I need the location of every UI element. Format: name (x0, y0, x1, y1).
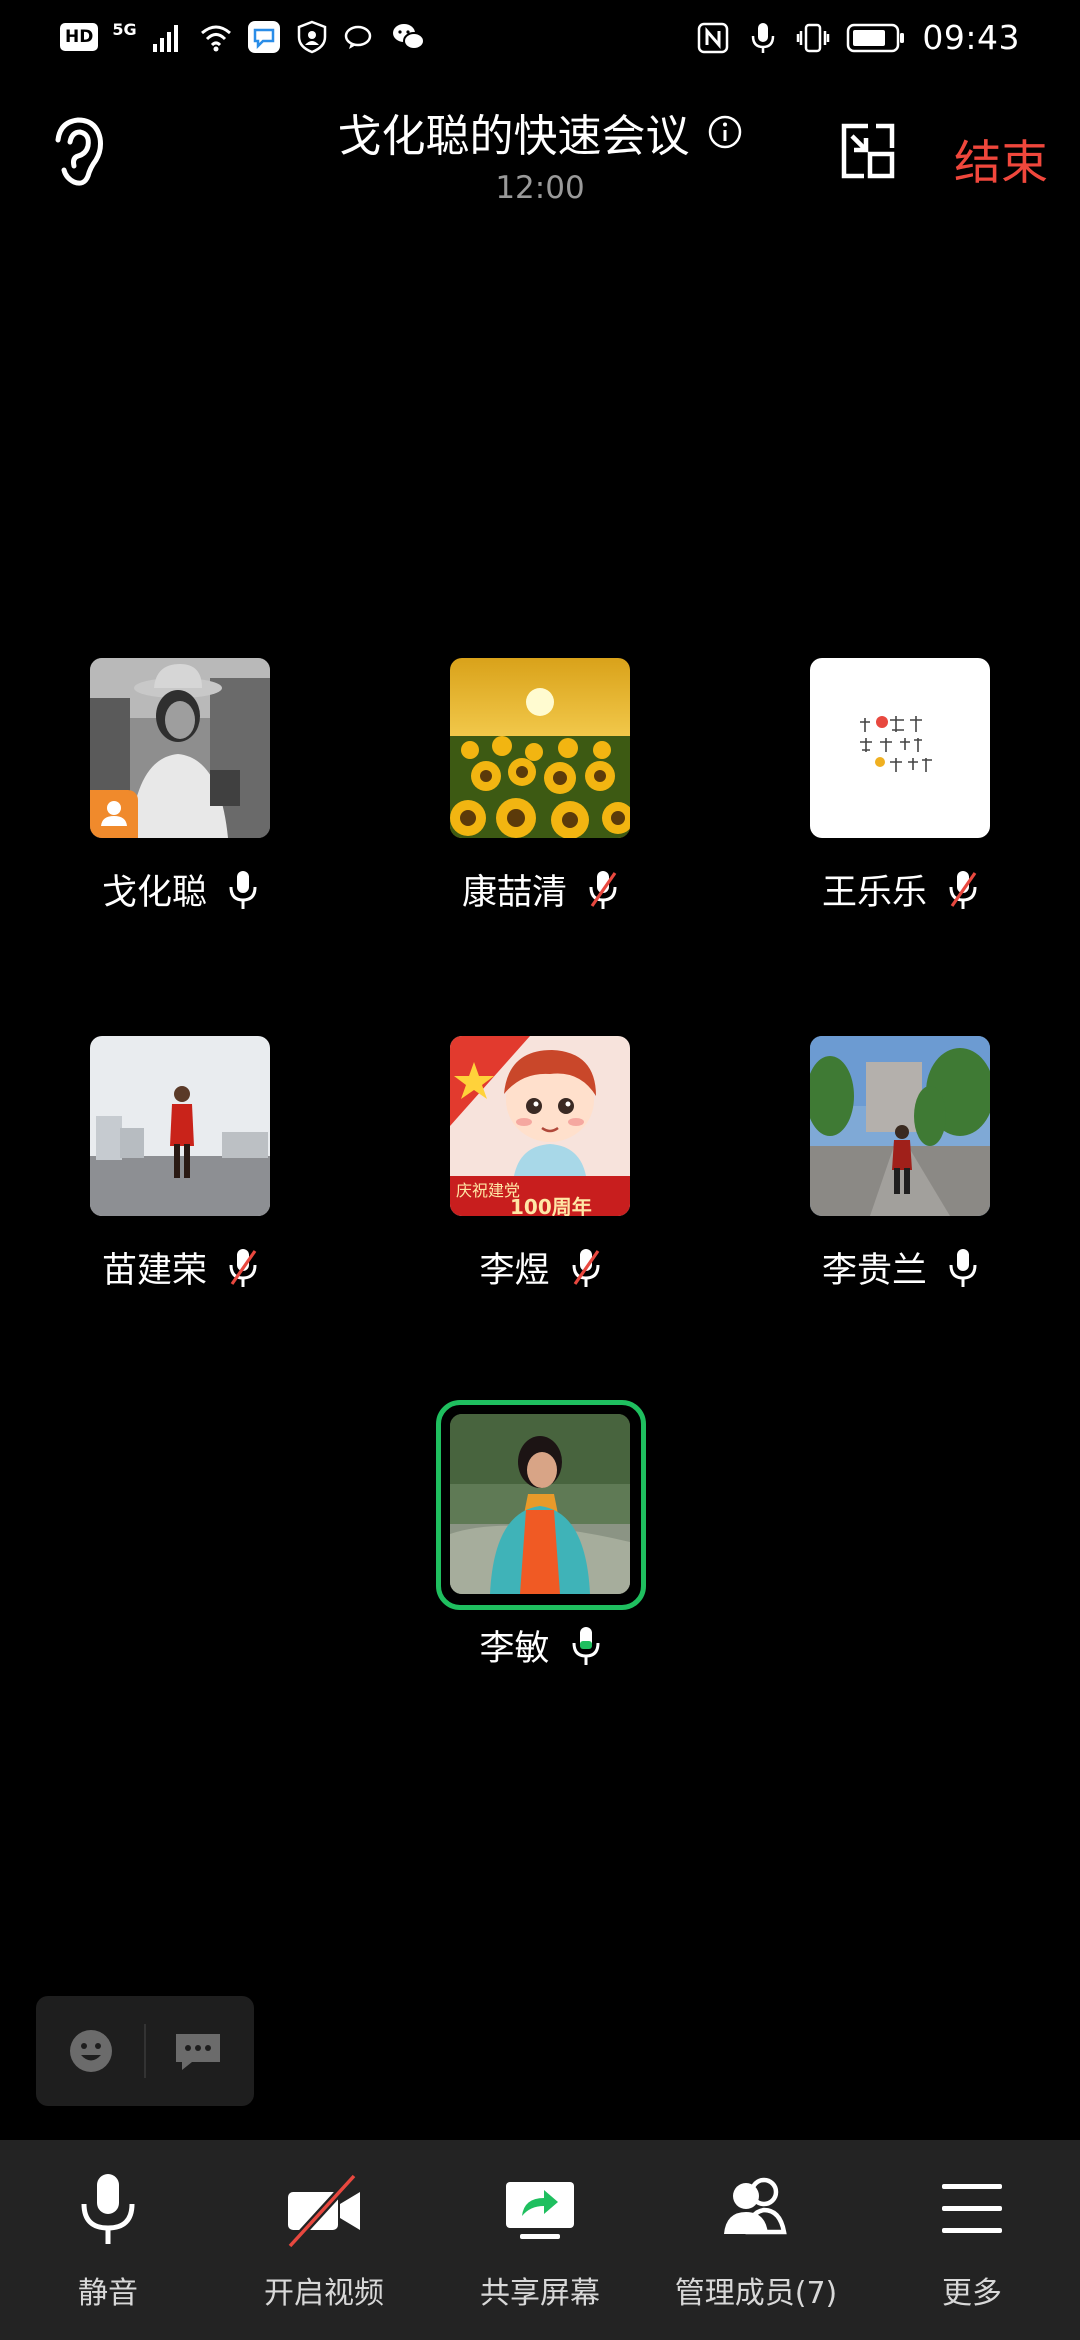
participant-name-row: 王乐乐 (720, 864, 1080, 915)
message-app-icon (247, 21, 280, 53)
avatar (810, 658, 990, 838)
divider (144, 2024, 146, 2078)
hd-badge: HD (60, 23, 99, 51)
share-screen-icon (506, 2182, 574, 2239)
status-bar-left: HD 5G (60, 20, 425, 54)
microphone-speaking-icon (572, 1626, 600, 1665)
battery-icon (847, 23, 905, 52)
microphone-muted-icon (949, 870, 977, 909)
host-badge (90, 790, 138, 838)
more-label: 更多 (942, 2276, 1002, 2311)
meeting-timer: 12:00 (495, 170, 585, 206)
avatar (810, 1036, 990, 1216)
banner-text-bottom: 100周年 (510, 1195, 592, 1216)
participant-name: 戈化聪 (101, 873, 207, 913)
microphone-muted-icon (589, 870, 617, 909)
status-bar-right: 09:43 (696, 18, 1020, 57)
status-bar: HD 5G 09:43 (0, 0, 1080, 84)
chat-notification-icon (344, 25, 371, 49)
reaction-chat-bar (36, 1996, 254, 2106)
manage-members-button[interactable]: 管理成员(7) (648, 2140, 864, 2340)
share-screen-button[interactable]: 共享屏幕 (432, 2140, 648, 2340)
participant-name-row: 苗建荣 (0, 1242, 360, 1293)
participant-name: 李敏 (479, 1629, 550, 1669)
minimize-window-icon[interactable] (838, 122, 898, 182)
start-video-label: 开启视频 (264, 2276, 384, 2311)
host-icon (101, 801, 127, 826)
share-screen-label: 共享屏幕 (480, 2276, 600, 2311)
participant-name: 康喆清 (461, 873, 567, 913)
microphone-status-icon (752, 22, 775, 53)
avatar (450, 658, 630, 838)
participant-name: 苗建荣 (101, 1251, 207, 1291)
participant-name-row: 李敏 (360, 1620, 720, 1671)
microphone-muted-icon (572, 1248, 600, 1287)
wechat-icon (392, 24, 425, 50)
menu-icon (942, 2184, 1002, 2233)
microphone-on-icon (229, 870, 257, 909)
participant-name: 李贵兰 (821, 1251, 927, 1291)
video-off-icon (287, 2173, 360, 2249)
manage-members-label: 管理成员(7) (674, 2276, 838, 2311)
participant-name-row: 康喆清 (360, 864, 720, 915)
avatar (90, 1036, 270, 1216)
mute-button[interactable]: 静音 (0, 2140, 216, 2340)
microphone-on-icon (949, 1248, 977, 1287)
network-type: 5G (112, 19, 137, 39)
bottom-toolbar: 静音 开启视频 共享屏幕 管理成员(7) 更多 (0, 2140, 1080, 2340)
participant-name: 李煜 (479, 1251, 550, 1291)
start-video-button[interactable]: 开启视频 (216, 2140, 432, 2340)
participant-name-row: 李贵兰 (720, 1242, 1080, 1293)
members-icon (724, 2177, 787, 2235)
chat-bubble-icon[interactable] (172, 2026, 224, 2076)
signal-icon (152, 25, 178, 52)
participant-name-row: 戈化聪 (0, 864, 360, 915)
mute-label: 静音 (78, 2276, 138, 2311)
meeting-header: 戈化聪的快速会议 12:00 结束 (0, 90, 1080, 220)
shield-icon (297, 20, 326, 54)
more-button[interactable]: 更多 (864, 2140, 1080, 2340)
info-icon[interactable] (707, 114, 743, 150)
participant-name: 王乐乐 (821, 873, 927, 913)
nfc-icon (698, 22, 729, 53)
meeting-title: 戈化聪的快速会议 (337, 111, 690, 162)
participant-name-row: 李煜 (360, 1242, 720, 1293)
avatar (90, 658, 270, 838)
vibrate-icon (797, 23, 830, 52)
avatar (450, 1414, 630, 1594)
title-area: 戈化聪的快速会议 12:00 (0, 100, 1080, 206)
microphone-muted-icon (229, 1248, 257, 1287)
wifi-icon (200, 25, 231, 52)
avatar: 庆祝建党 100周年 (450, 1036, 630, 1216)
clock: 09:43 (922, 18, 1020, 57)
emoji-icon[interactable] (66, 2026, 116, 2076)
microphone-icon (81, 2174, 135, 2244)
end-meeting-button[interactable]: 结束 (954, 124, 1048, 193)
